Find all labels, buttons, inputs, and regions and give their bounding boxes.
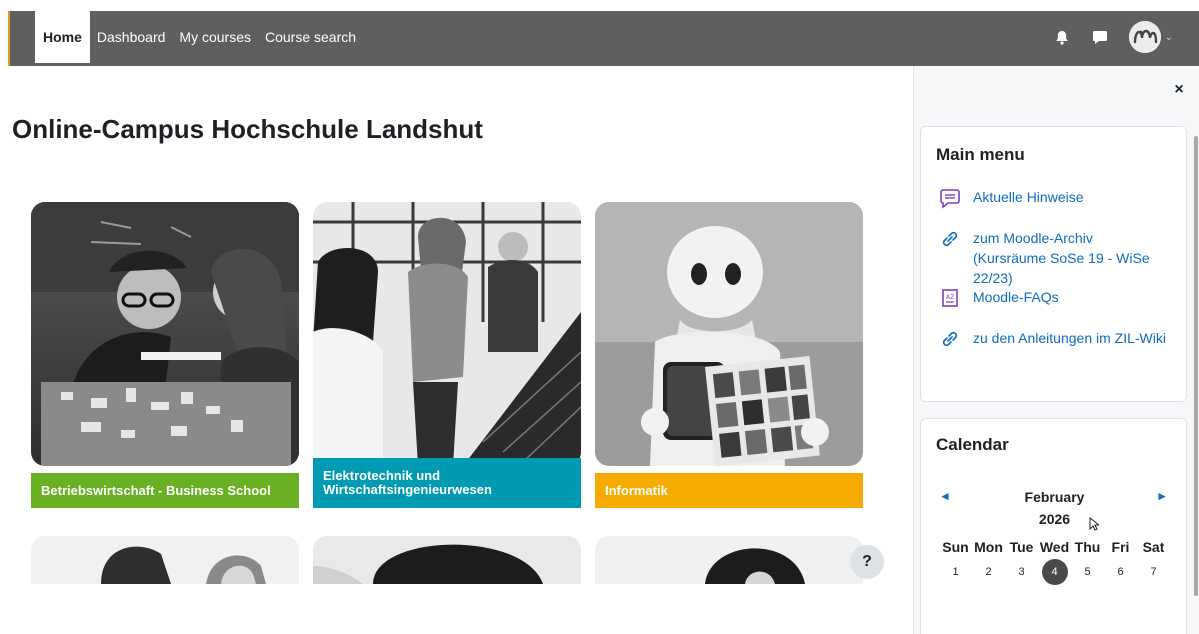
category-image-informatik bbox=[595, 202, 863, 466]
category-label-electrical[interactable]: Elektrotechnik und Wirtschaftsingenieurw… bbox=[313, 458, 581, 508]
mouse-cursor-icon bbox=[1089, 517, 1099, 531]
nav-course-search[interactable]: Course search bbox=[258, 11, 363, 63]
main-menu-item-zil-wiki[interactable]: zu den Anleitungen im ZIL-Wiki bbox=[939, 328, 1169, 350]
main-menu-item-faqs[interactable]: AZ Moodle-FAQs bbox=[939, 287, 1169, 309]
calendar-title: Calendar bbox=[936, 435, 1009, 454]
course-category-tile-row2-1[interactable] bbox=[31, 536, 299, 584]
category-label-business[interactable]: Betriebswirtschaft - Business School bbox=[31, 473, 299, 508]
main-menu-item-label[interactable]: Aktuelle Hinweise bbox=[973, 187, 1084, 207]
top-spacer bbox=[0, 0, 1199, 11]
svg-text:AZ: AZ bbox=[946, 294, 954, 301]
chevron-down-icon: ⌄ bbox=[1164, 31, 1173, 43]
chat-icon[interactable] bbox=[1091, 28, 1109, 46]
today-marker: 4 bbox=[1041, 559, 1068, 585]
course-category-tile-row2-3[interactable] bbox=[595, 536, 863, 584]
calendar-day[interactable]: 7 bbox=[1137, 559, 1170, 585]
glossary-icon: AZ bbox=[939, 287, 961, 309]
main-menu-item-label[interactable]: zum Moodle-Archiv (Kursräume SoSe 19 - W… bbox=[973, 228, 1169, 288]
calendar-week-row: 1 2 3 4 5 6 7 bbox=[939, 559, 1170, 585]
main-menu-block: Main menu Aktuelle Hinweise zum Moodle-A… bbox=[920, 126, 1187, 402]
weekday-tue: Tue bbox=[1009, 539, 1034, 555]
weekday-sun: Sun bbox=[942, 539, 969, 555]
calendar-day[interactable]: 5 bbox=[1071, 559, 1104, 585]
user-menu-toggle[interactable]: ⌄ bbox=[1128, 21, 1173, 53]
main-menu-title: Main menu bbox=[936, 145, 1025, 164]
calendar-day[interactable]: 1 bbox=[939, 559, 972, 585]
course-category-tile-row2-2[interactable] bbox=[313, 536, 581, 584]
close-icon: × bbox=[1174, 81, 1184, 98]
nav-dashboard[interactable]: Dashboard bbox=[90, 11, 173, 63]
nav-my-courses[interactable]: My courses bbox=[172, 11, 258, 63]
category-image-electrical bbox=[313, 202, 581, 466]
primary-navbar: Home Dashboard My courses Course search … bbox=[8, 11, 1199, 66]
category-label-informatik[interactable]: Informatik bbox=[595, 473, 863, 508]
weekday-wed: Wed bbox=[1039, 539, 1070, 555]
page-title: Online-Campus Hochschule Landshut bbox=[12, 114, 483, 144]
help-button[interactable]: ? bbox=[850, 545, 884, 579]
calendar-block: Calendar ◄ ► February 2026 Sun Mon Tue W… bbox=[920, 418, 1187, 634]
weekday-sat: Sat bbox=[1142, 539, 1165, 555]
calendar-month: February bbox=[1024, 489, 1085, 505]
main-menu-item-hinweise[interactable]: Aktuelle Hinweise bbox=[939, 187, 1169, 209]
navbar-user-area: ⌄ bbox=[1053, 11, 1173, 63]
weekday-mon: Mon bbox=[974, 539, 1003, 555]
main-menu-item-moodle-archiv[interactable]: zum Moodle-Archiv (Kursräume SoSe 19 - W… bbox=[939, 228, 1169, 288]
calendar-day[interactable]: 6 bbox=[1104, 559, 1137, 585]
calendar-day[interactable]: 2 bbox=[972, 559, 1005, 585]
link-icon bbox=[939, 228, 961, 250]
course-category-tile-informatik[interactable]: Informatik bbox=[595, 202, 863, 508]
category-image-business bbox=[31, 202, 299, 466]
link-icon bbox=[939, 328, 961, 350]
main-menu-item-label[interactable]: Moodle-FAQs bbox=[973, 287, 1059, 307]
page-bottom bbox=[0, 584, 913, 634]
announcement-icon bbox=[939, 187, 961, 209]
main-menu-item-label[interactable]: zu den Anleitungen im ZIL-Wiki bbox=[973, 328, 1166, 348]
primary-navigation: Home Dashboard My courses Course search bbox=[35, 11, 363, 63]
close-drawer-button[interactable]: × bbox=[1171, 81, 1187, 98]
right-drawer: × Main menu Aktuelle Hinweise zum Moodle… bbox=[913, 66, 1199, 634]
course-category-tile-electrical[interactable]: Elektrotechnik und Wirtschaftsingenieurw… bbox=[313, 202, 581, 508]
user-avatar bbox=[1128, 21, 1161, 53]
calendar-day-today[interactable]: 4 bbox=[1038, 559, 1071, 585]
bell-icon[interactable] bbox=[1053, 28, 1071, 46]
navbar-accent bbox=[8, 11, 10, 66]
course-category-tile-business[interactable]: Betriebswirtschaft - Business School bbox=[31, 202, 299, 508]
calendar-year: 2026 bbox=[1038, 511, 1071, 527]
calendar-day[interactable]: 3 bbox=[1005, 559, 1038, 585]
weekday-thu: Thu bbox=[1074, 539, 1101, 555]
nav-home[interactable]: Home bbox=[35, 11, 90, 63]
weekday-fri: Fri bbox=[1111, 539, 1130, 555]
calendar-weekdays: Sun Mon Tue Wed Thu Fri Sat bbox=[939, 539, 1170, 555]
drawer-scrollbar[interactable] bbox=[1194, 136, 1198, 596]
